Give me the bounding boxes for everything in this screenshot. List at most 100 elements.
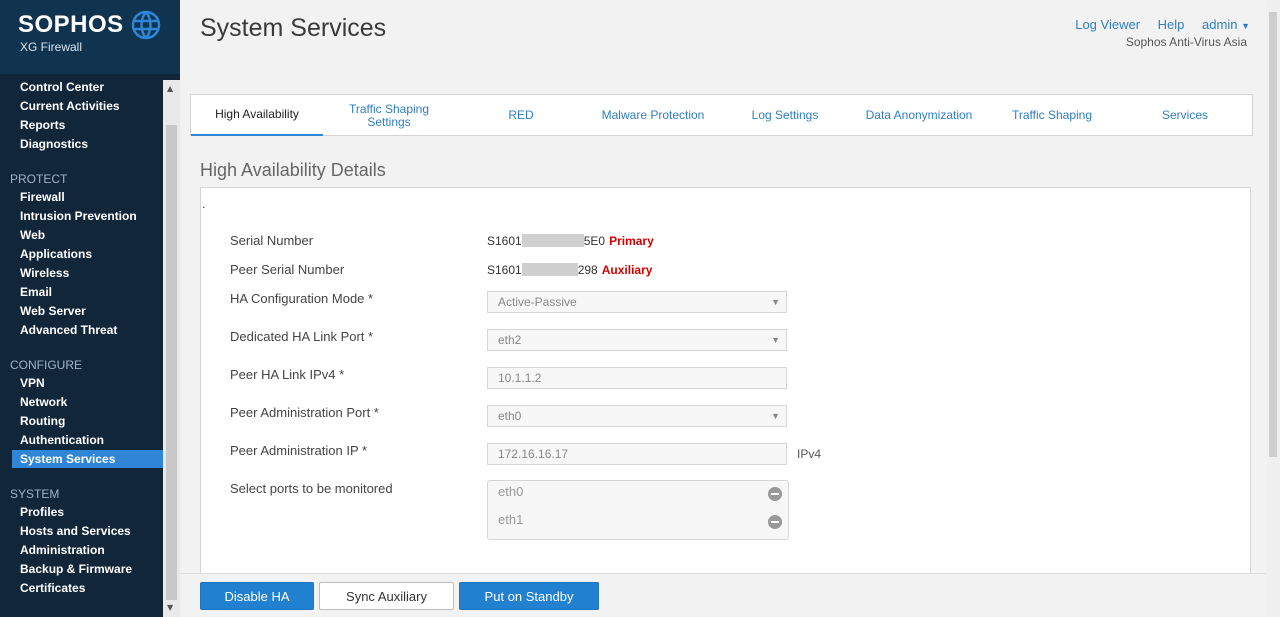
nav-item-web[interactable]: Web bbox=[12, 226, 163, 244]
tab-data-anonymization[interactable]: Data Anonymization bbox=[851, 95, 987, 136]
monitored-ports-label: Select ports to be monitored bbox=[230, 481, 393, 496]
user-menu[interactable]: admin ▼ bbox=[1202, 17, 1250, 32]
tab-bar: High Availability Traffic Shaping Settin… bbox=[190, 94, 1253, 136]
nav-item-firewall[interactable]: Firewall bbox=[12, 188, 163, 206]
port-name: eth1 bbox=[498, 512, 524, 527]
user-name: admin bbox=[1202, 17, 1238, 32]
nav-section-system: SYSTEM bbox=[10, 487, 60, 501]
sidebar-scroll-thumb[interactable] bbox=[166, 125, 177, 600]
nav-list: Control Center Current Activities Report… bbox=[0, 74, 163, 617]
brand-name: SOPHOS bbox=[18, 11, 124, 38]
nav-item-reports[interactable]: Reports bbox=[12, 116, 163, 134]
nav-item-profiles[interactable]: Profiles bbox=[12, 503, 163, 521]
nav-item-control-center[interactable]: Control Center bbox=[12, 78, 163, 96]
port-name: eth0 bbox=[498, 484, 524, 499]
nav-item-hosts-and-services[interactable]: Hosts and Services bbox=[12, 522, 163, 540]
peer-admin-port-value: eth0 bbox=[498, 409, 522, 423]
peer-admin-port-label: Peer Administration Port * bbox=[230, 405, 379, 420]
peer-admin-port-select[interactable]: eth0 ▼ bbox=[487, 405, 787, 427]
nav-item-wireless[interactable]: Wireless bbox=[12, 264, 163, 282]
serial-number-label: Serial Number bbox=[230, 233, 314, 248]
chevron-down-icon: ▼ bbox=[1241, 21, 1250, 31]
nav-item-advanced-threat[interactable]: Advanced Threat bbox=[12, 321, 163, 339]
monitored-ports-list: eth0 eth1 bbox=[487, 480, 789, 540]
nav-item-backup-firmware[interactable]: Backup & Firmware bbox=[12, 560, 163, 578]
nav-item-applications[interactable]: Applications bbox=[12, 245, 163, 263]
brand-header: SOPHOS XG Firewall bbox=[0, 0, 180, 74]
scroll-up-icon[interactable]: ▲ bbox=[167, 84, 173, 93]
auxiliary-badge: Auxiliary bbox=[601, 263, 653, 277]
nav-item-routing[interactable]: Routing bbox=[12, 412, 163, 430]
redacted-block bbox=[521, 263, 578, 276]
primary-badge: Primary bbox=[609, 234, 654, 248]
tab-traffic-shaping-settings[interactable]: Traffic Shaping Settings bbox=[323, 95, 455, 136]
peer-admin-ip-value: 172.16.16.17 bbox=[498, 447, 569, 461]
panel-marker: . bbox=[202, 198, 206, 211]
serial-suffix: 5E0 bbox=[583, 234, 606, 248]
nav-item-system-services[interactable]: System Services bbox=[12, 450, 163, 468]
main-scrollbar[interactable] bbox=[1266, 0, 1280, 617]
sidebar-scrollbar[interactable]: ▲ ▼ bbox=[163, 80, 180, 617]
nav-item-intrusion-prevention[interactable]: Intrusion Prevention bbox=[12, 207, 163, 225]
top-links: Log Viewer Help admin ▼ bbox=[1061, 17, 1250, 32]
peer-serial-number-label: Peer Serial Number bbox=[230, 262, 345, 277]
log-viewer-link[interactable]: Log Viewer bbox=[1075, 17, 1140, 32]
scroll-down-icon[interactable]: ▼ bbox=[167, 603, 173, 612]
disable-ha-button[interactable]: Disable HA bbox=[200, 582, 314, 610]
peer-serial-prefix: S1601 bbox=[487, 263, 522, 277]
list-item: eth0 bbox=[498, 484, 788, 501]
ha-link-port-label: Dedicated HA Link Port * bbox=[230, 329, 374, 344]
ha-link-port-select[interactable]: eth2 ▼ bbox=[487, 329, 787, 351]
nav-item-diagnostics[interactable]: Diagnostics bbox=[12, 135, 163, 153]
list-item: eth1 bbox=[498, 512, 788, 529]
serial-number-value: S1601 5E0 Primary bbox=[487, 234, 654, 248]
serial-prefix: S1601 bbox=[487, 234, 522, 248]
tab-malware-protection[interactable]: Malware Protection bbox=[587, 95, 719, 136]
peer-serial-number-value: S1601 298 Auxiliary bbox=[487, 263, 652, 277]
remove-icon[interactable] bbox=[768, 515, 782, 529]
peer-serial-suffix: 298 bbox=[577, 263, 598, 277]
globe-icon bbox=[131, 10, 161, 40]
chevron-down-icon: ▼ bbox=[771, 297, 780, 307]
put-on-standby-button[interactable]: Put on Standby bbox=[459, 582, 599, 610]
peer-admin-ip-input[interactable]: 172.16.16.17 bbox=[487, 443, 787, 465]
sidebar: SOPHOS XG Firewall Control Center Curren… bbox=[0, 0, 180, 617]
help-link[interactable]: Help bbox=[1158, 17, 1185, 32]
nav-item-authentication[interactable]: Authentication bbox=[12, 431, 163, 449]
ha-mode-label: HA Configuration Mode * bbox=[230, 291, 374, 306]
nav-item-vpn[interactable]: VPN bbox=[12, 374, 163, 392]
tab-services[interactable]: Services bbox=[1117, 95, 1253, 136]
peer-ha-ip-input[interactable]: 10.1.1.2 bbox=[487, 367, 787, 389]
tab-log-settings[interactable]: Log Settings bbox=[719, 95, 851, 136]
chevron-down-icon: ▼ bbox=[771, 411, 780, 421]
tab-red[interactable]: RED bbox=[455, 95, 587, 136]
organization-name: Sophos Anti-Virus Asia bbox=[1125, 35, 1247, 49]
nav-item-administration[interactable]: Administration bbox=[12, 541, 163, 559]
nav-item-network[interactable]: Network bbox=[12, 393, 163, 411]
product-name: XG Firewall bbox=[20, 40, 83, 54]
ha-mode-value: Active-Passive bbox=[498, 295, 577, 309]
nav-item-current-activities[interactable]: Current Activities bbox=[12, 97, 163, 115]
ha-details-panel: . Serial Number S1601 5E0 Primary Peer Ser… bbox=[200, 187, 1251, 587]
tab-traffic-shaping[interactable]: Traffic Shaping bbox=[987, 95, 1117, 136]
ip-version-label: IPv4 bbox=[797, 447, 822, 461]
peer-ha-ip-value: 10.1.1.2 bbox=[498, 371, 542, 385]
redacted-block bbox=[521, 234, 584, 247]
peer-ha-ip-label: Peer HA Link IPv4 * bbox=[230, 367, 345, 382]
sync-auxiliary-button[interactable]: Sync Auxiliary bbox=[319, 582, 454, 610]
nav-item-email[interactable]: Email bbox=[12, 283, 163, 301]
remove-icon[interactable] bbox=[768, 487, 782, 501]
tab-high-availability[interactable]: High Availability bbox=[191, 95, 323, 136]
peer-admin-ip-label: Peer Administration IP * bbox=[230, 443, 368, 458]
action-bar: Disable HA Sync Auxiliary Put on Standby bbox=[180, 573, 1266, 617]
nav-item-certificates[interactable]: Certificates bbox=[12, 579, 163, 597]
section-title: High Availability Details bbox=[200, 160, 386, 180]
page-title: System Services bbox=[200, 14, 387, 42]
nav-section-configure: CONFIGURE bbox=[10, 358, 82, 372]
main-scroll-thumb[interactable] bbox=[1269, 12, 1277, 457]
ha-mode-select[interactable]: Active-Passive ▼ bbox=[487, 291, 787, 313]
nav-section-protect: PROTECT bbox=[10, 172, 68, 186]
ha-link-port-value: eth2 bbox=[498, 333, 522, 347]
nav-item-web-server[interactable]: Web Server bbox=[12, 302, 163, 320]
chevron-down-icon: ▼ bbox=[771, 335, 780, 345]
